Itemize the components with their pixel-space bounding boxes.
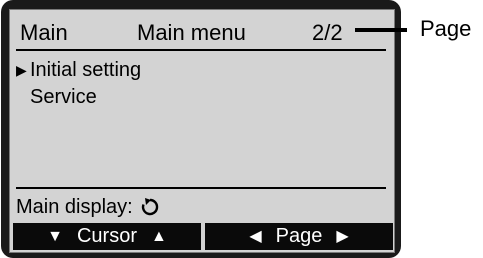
main-display-hint: Main display:: [16, 195, 161, 219]
footer-divider: [16, 187, 386, 189]
lcd-screen: Main Main menu 2/2 ▶ Initial setting Ser…: [9, 9, 395, 253]
header-main-label: Main: [20, 20, 68, 45]
cursor-down-icon: ▼: [47, 227, 63, 245]
page-softkey[interactable]: ◀ Page ▶: [205, 223, 393, 250]
softkey-label: Page: [275, 225, 323, 247]
page-right-icon: ▶: [336, 227, 349, 245]
page-indicator: 2/2: [312, 20, 343, 45]
cursor-icon: ▶: [16, 62, 27, 78]
menu-item-initial-setting[interactable]: ▶ Initial setting: [16, 59, 141, 81]
main-display-label: Main display:: [16, 196, 133, 218]
return-icon: [141, 198, 158, 216]
menu-item-label: Initial setting: [30, 59, 142, 81]
page-title: Main menu: [137, 20, 246, 45]
menu-item-label: Service: [30, 86, 97, 108]
menu-item-service[interactable]: Service: [16, 86, 97, 108]
cursor-up-icon: ▲: [151, 227, 167, 245]
screen-header: Main Main menu 2/2: [10, 10, 394, 50]
callout-label: Page: [420, 16, 472, 41]
callout-leader-line: [355, 28, 407, 32]
softkey-bar: ▼ Cursor ▲ ◀ Page ▶: [13, 223, 393, 250]
header-divider: [16, 49, 386, 51]
cursor-softkey[interactable]: ▼ Cursor ▲: [13, 223, 201, 250]
softkey-label: Cursor: [76, 225, 137, 247]
page-left-icon: ◀: [249, 227, 262, 245]
device-frame: Main Main menu 2/2 ▶ Initial setting Ser…: [1, 0, 401, 258]
